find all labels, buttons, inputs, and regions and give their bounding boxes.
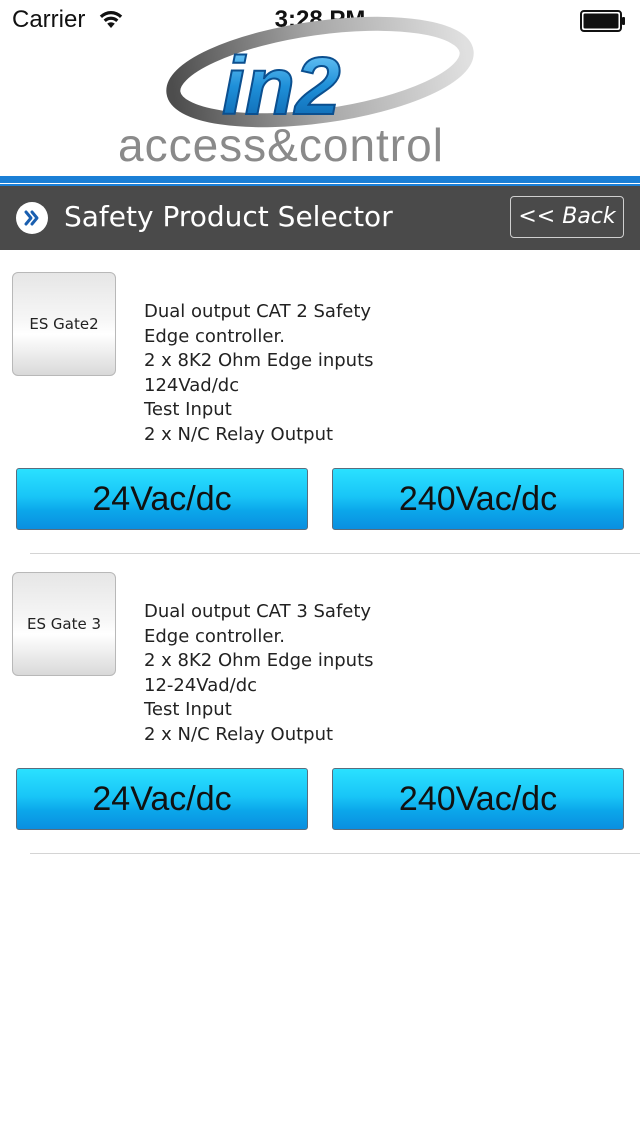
product-item-es-gate-3: ES Gate 3 Dual output CAT 3 Safety Edge … [0, 550, 640, 854]
description-line: Edge controller. [144, 325, 285, 347]
tagline-control: control [298, 119, 444, 171]
page-title: Safety Product Selector [64, 200, 393, 233]
brand-tagline: access&control [118, 118, 538, 172]
description-line: Edge controller. [144, 625, 285, 647]
description-line: Dual output CAT 2 Safety [144, 301, 372, 322]
description-line: 124Vad/dc [144, 374, 240, 396]
product-thumbnail[interactable]: ES Gate 3 [12, 572, 116, 676]
description-line: Test Input [144, 399, 232, 421]
description-line: 2 x N/C Relay Output [144, 423, 334, 445]
voltage-240v-button[interactable]: 240Vac/dc [332, 768, 624, 830]
description-line: 2 x N/C Relay Output [144, 723, 334, 745]
title-bar: Safety Product Selector << Back [0, 186, 640, 250]
description-line: Dual output CAT 3 Safety [144, 601, 372, 622]
product-description: Dual output CAT 3 Safety Edge controller… [144, 600, 374, 748]
description-line: Test Input [144, 699, 232, 721]
row-separator [30, 853, 640, 854]
product-description: Dual output CAT 2 Safety Edge controller… [144, 300, 374, 448]
double-chevron-right-icon [16, 202, 48, 234]
description-line: 12-24Vad/dc [144, 674, 258, 696]
voltage-240v-button[interactable]: 240Vac/dc [332, 468, 624, 530]
description-line: 2 x 8K2 Ohm Edge inputs [144, 350, 374, 372]
voltage-24v-button[interactable]: 24Vac/dc [16, 468, 308, 530]
battery-icon [580, 10, 626, 32]
header-divider [0, 176, 640, 183]
description-line: 2 x 8K2 Ohm Edge inputs [144, 650, 374, 672]
voltage-24v-button[interactable]: 24Vac/dc [16, 768, 308, 830]
back-button[interactable]: << Back [510, 196, 624, 238]
product-thumbnail[interactable]: ES Gate2 [12, 272, 116, 376]
product-item-es-gate2: ES Gate2 Dual output CAT 2 Safety Edge c… [0, 250, 640, 554]
tagline-amp: & [267, 119, 299, 171]
tagline-access: access [118, 119, 268, 171]
